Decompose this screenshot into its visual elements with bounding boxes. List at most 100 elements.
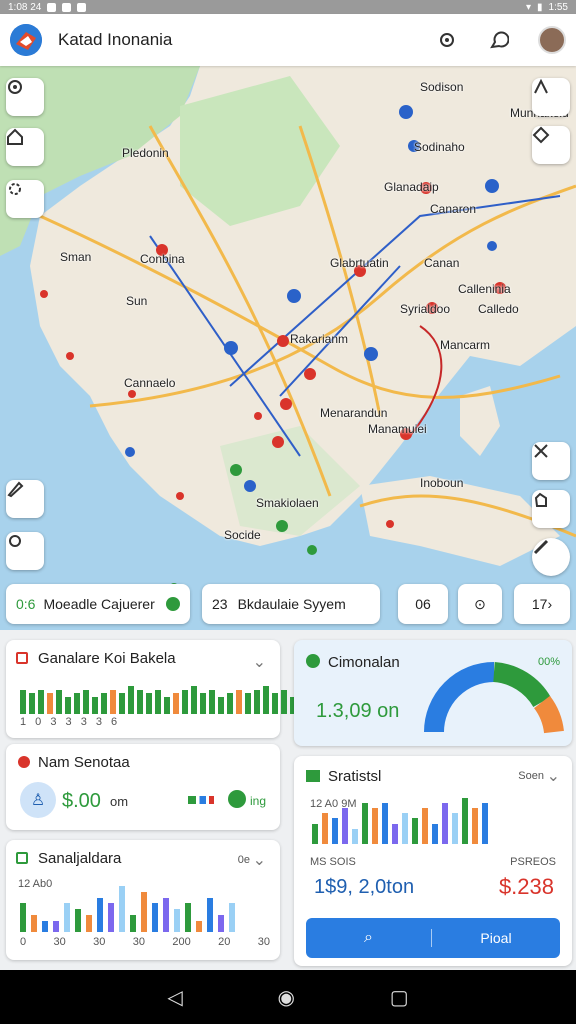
recents-icon[interactable]: ▢: [390, 985, 409, 1010]
map-label: Glabrtuatin: [330, 256, 389, 270]
bar: [452, 813, 458, 844]
settings-icon[interactable]: [434, 27, 460, 53]
measure-button[interactable]: [532, 538, 570, 576]
mini-bars: [188, 796, 214, 804]
card-title: Nam Senotaa: [38, 754, 130, 771]
map-view[interactable]: Pledonin Sodison Munnakeiu Glanadaip Can…: [0, 66, 576, 630]
bar-card-bottom[interactable]: Sanaljaldara 0e ⌄ 12 Ab0 0 30 30 30 200 20 30: [6, 840, 280, 960]
bar: [402, 813, 408, 844]
layers-button[interactable]: [6, 180, 44, 218]
map-label: Menarandun: [320, 406, 388, 420]
bar: [174, 909, 180, 932]
bar: [137, 689, 143, 714]
chip-c[interactable]: 17 ›: [514, 584, 570, 624]
chevron-right-icon: ›: [547, 596, 553, 612]
bar: [128, 686, 134, 714]
map-label: Inoboun: [420, 476, 464, 490]
dropdown-label[interactable]: Soen: [518, 770, 544, 782]
gauge-card[interactable]: Cimonalan 00% 1.3,09 on: [294, 640, 572, 746]
bar: [218, 914, 224, 932]
check-icon: [166, 597, 180, 611]
chip-label: 06: [415, 596, 431, 612]
bar: [74, 693, 80, 714]
bar: [236, 689, 242, 714]
home-icon[interactable]: ◉: [278, 985, 295, 1010]
tick: 20: [218, 936, 231, 948]
map-label: Pledonin: [122, 146, 169, 160]
card-title: Ganalare Koi Bakela: [38, 650, 176, 667]
chip-label: Moeadle Cajuerer: [43, 596, 155, 612]
bar: [191, 686, 197, 714]
stats-icon: [306, 770, 320, 782]
time-text: 1:08 24: [8, 1, 42, 13]
chat-icon[interactable]: [486, 27, 512, 53]
bar: [20, 903, 26, 932]
bar-chart: [20, 886, 235, 932]
bar: [164, 696, 170, 714]
tick: 30: [132, 936, 145, 948]
system-nav-bar: ◁ ◉ ▢: [0, 970, 576, 1024]
card-title: Cimonalan: [328, 654, 400, 671]
bar: [163, 897, 169, 932]
map-label: Socide: [224, 528, 261, 542]
gear-icon: [9, 535, 21, 547]
card-title: Sanaljaldara: [38, 850, 122, 867]
tick: 30: [53, 936, 66, 948]
chevron-down-icon[interactable]: ⌄: [253, 652, 266, 672]
directions-button[interactable]: [532, 78, 570, 116]
bar: [352, 828, 358, 844]
avatar[interactable]: [538, 26, 566, 54]
chevron-down-icon[interactable]: ⌄: [253, 850, 266, 870]
stats-card[interactable]: Sratistsl Soen ⌄ 12 A0 9M MS SOIS PSREOS…: [294, 756, 572, 966]
chip-a[interactable]: 06: [398, 584, 448, 624]
shield-icon: [306, 654, 320, 668]
map-label: Sman: [60, 250, 92, 264]
bar: [281, 689, 287, 714]
settings-button[interactable]: [6, 532, 44, 570]
bar: [382, 803, 388, 844]
locate-button[interactable]: [6, 78, 44, 116]
bar: [130, 914, 136, 932]
value-text: 1.3,09 on: [316, 700, 400, 722]
edit-button[interactable]: [6, 480, 44, 518]
chart-icon: [16, 652, 28, 664]
bar: [119, 693, 125, 714]
info-icon: ⊙: [474, 595, 486, 612]
bar: [362, 803, 368, 844]
chevron-down-icon[interactable]: ⌄: [547, 766, 560, 786]
bar: [152, 903, 158, 932]
tick: 200: [172, 936, 191, 948]
home-button[interactable]: [6, 128, 44, 166]
map-label: Conbina: [140, 252, 185, 266]
bar: [442, 803, 448, 844]
chip-system[interactable]: 23 Bkdaulaie Syyem: [202, 584, 380, 624]
card-badge: 0e: [237, 854, 250, 866]
tick: 30: [257, 936, 270, 948]
bar: [108, 903, 114, 932]
stat-label: PSREOS: [510, 856, 556, 868]
map-label: Calleninia: [458, 282, 511, 296]
chip-b[interactable]: ⊙: [458, 584, 502, 624]
notification-icon: [62, 2, 72, 12]
back-icon[interactable]: ◁: [167, 985, 182, 1010]
bar: [207, 897, 213, 932]
bar: [182, 689, 188, 714]
bar: [342, 808, 348, 844]
value-card[interactable]: Nam Senotaa ♙ $.00 om ing: [6, 744, 280, 830]
pencil-icon: [7, 481, 24, 498]
bar: [254, 689, 260, 714]
chip-prefix: 23: [212, 596, 228, 612]
poi-button[interactable]: [532, 490, 570, 528]
bar-chart: [20, 684, 305, 714]
search-icon: ⌕: [306, 929, 432, 947]
bar-chart: [312, 796, 488, 844]
chart-icon: [16, 852, 28, 864]
compass-button[interactable]: [532, 126, 570, 164]
search-button[interactable]: ⌕ Pioal: [306, 918, 560, 958]
person-icon: ♙: [20, 782, 56, 818]
bar: [56, 689, 62, 714]
chip-mode[interactable]: 0:6 Moeadle Cajuerer: [6, 584, 190, 624]
fullscreen-button[interactable]: [532, 442, 570, 480]
map-label: Smakiolaen: [256, 496, 319, 510]
bar-card-top[interactable]: Ganalare Koi Bakela ⌄ 1 0 3 3 3 3 6: [6, 640, 305, 738]
